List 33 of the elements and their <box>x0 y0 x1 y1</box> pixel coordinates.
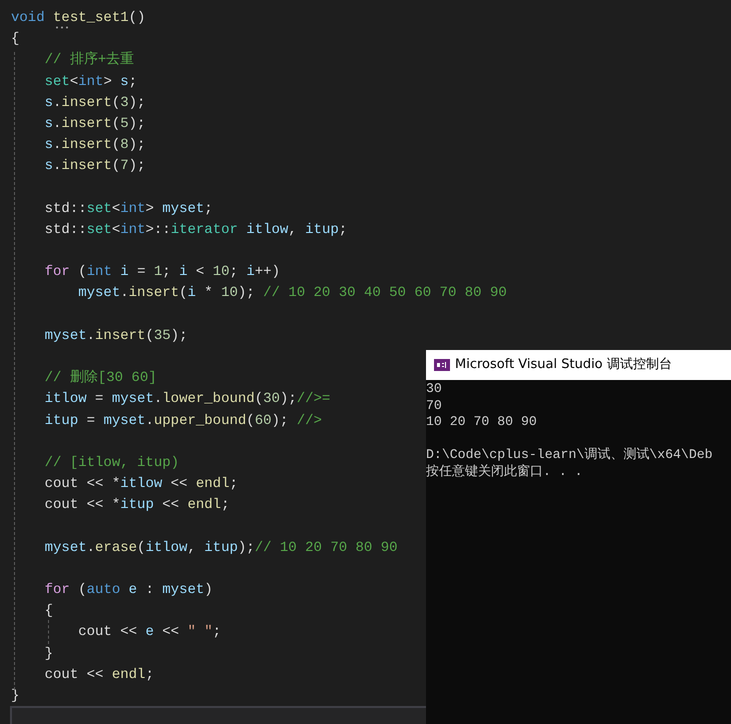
code-line: } <box>44 646 54 662</box>
code-line: itup = myset.upper_bound(60); //> <box>44 412 322 429</box>
suggestion-dots-icon <box>55 26 69 29</box>
code-line: // 删除[30 60] <box>44 370 157 386</box>
code-line: cout << endl; <box>44 666 154 683</box>
code-line: s.insert(5); <box>44 116 146 132</box>
code-line: void test_set1() <box>11 10 146 26</box>
code-line: myset.insert(i * 10); // 10 20 30 40 50 60 70 80 90 <box>78 285 507 302</box>
code-line: s.insert(7); <box>44 158 146 174</box>
code-line: { <box>44 603 54 620</box>
code-line: set<int> s; <box>44 74 138 90</box>
code-line: s.insert(8); <box>44 137 146 154</box>
code-line: itlow = myset.lower_bound(30);//>= <box>44 391 330 408</box>
console-app-icon <box>434 359 450 371</box>
window-title: Microsoft Visual Studio 调试控制台 <box>455 356 672 374</box>
console-output-line: 10 20 70 80 90 <box>426 414 537 430</box>
code-line: s.insert(3); <box>44 94 146 111</box>
console-output-line: D:\Code\cplus-learn\调试、测试\x64\Deb <box>426 447 713 464</box>
code-line: for (int i = 1; i < 10; i++) <box>44 264 280 280</box>
console-output-line: 70 <box>426 398 442 414</box>
code-line: cout << e << " "; <box>78 624 222 640</box>
code-line: myset.insert(35); <box>44 328 188 344</box>
code-line: { <box>11 31 20 48</box>
code-line: // [itlow, itup) <box>44 454 180 471</box>
console-output-line: 按任意键关闭此窗口. . . <box>426 464 583 480</box>
code-line: std::set<int>::iterator itlow, itup; <box>44 222 348 238</box>
code-line: for (auto e : myset) <box>44 582 213 598</box>
code-line: myset.erase(itlow, itup);// 10 20 70 80 90 <box>44 540 398 556</box>
code-line: cout << *itlow << endl; <box>44 476 238 492</box>
code-line: // 排序+去重 <box>44 52 134 68</box>
console-output-line: 30 <box>426 381 442 398</box>
code-line: cout << *itup << endl; <box>44 497 230 514</box>
code-line: std::set<int> myset; <box>44 200 213 217</box>
